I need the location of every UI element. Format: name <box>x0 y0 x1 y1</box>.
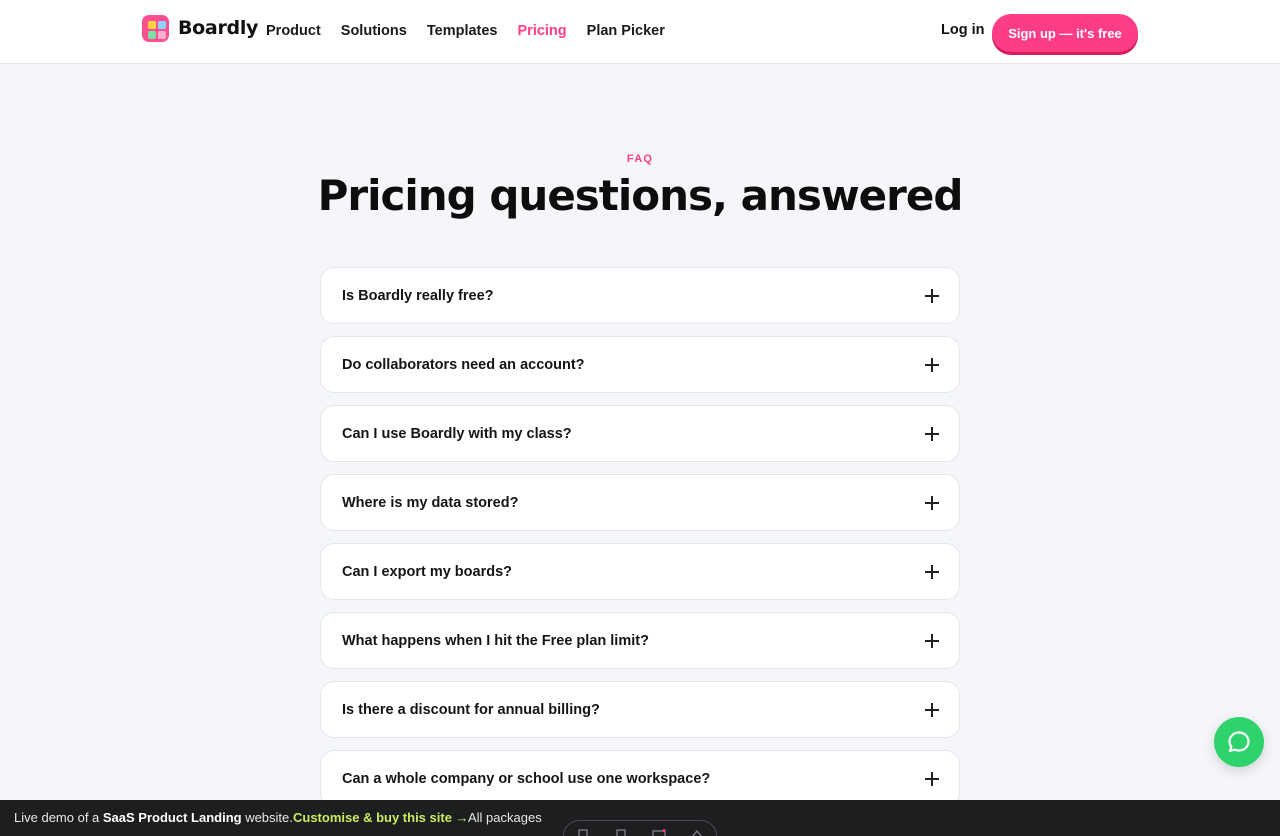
tablet-icon[interactable] <box>652 829 666 836</box>
plus-icon[interactable] <box>925 357 939 372</box>
faq-item[interactable]: What happens when I hit the Free plan li… <box>320 612 960 669</box>
site-header: Boardly Product Solutions Templates Pric… <box>0 0 1280 64</box>
faq-question: Is there a discount for annual billing? <box>342 701 600 718</box>
faq-item[interactable]: Can a whole company or school use one wo… <box>320 750 960 807</box>
faq-list: Is Boardly really free? Do collaborators… <box>320 267 960 819</box>
device-switcher <box>563 820 717 836</box>
customise-buy-link[interactable]: Customise & buy this site → <box>293 810 469 825</box>
logo-text: Boardly <box>178 17 259 39</box>
faq-question: Is Boardly really free? <box>342 287 494 304</box>
laptop-icon[interactable] <box>614 829 628 836</box>
nav-item-pricing[interactable]: Pricing <box>518 23 567 39</box>
plus-icon[interactable] <box>925 495 939 510</box>
page-title: Pricing questions, answered <box>317 171 964 220</box>
plus-icon[interactable] <box>925 288 939 303</box>
nav-item-solutions[interactable]: Solutions <box>341 23 407 39</box>
faq-question: Can I export my boards? <box>342 563 513 580</box>
faq-question: Can a whole company or school use one wo… <box>342 770 711 787</box>
faq-item[interactable]: Is there a discount for annual billing? <box>320 681 960 738</box>
desktop-icon[interactable] <box>576 829 590 836</box>
plus-icon[interactable] <box>925 702 939 717</box>
plus-icon[interactable] <box>925 564 939 579</box>
plus-icon[interactable] <box>925 633 939 648</box>
signup-button[interactable]: Sign up — it's free <box>992 14 1138 52</box>
section-eyebrow: FAQ <box>626 153 654 165</box>
nav-item-product[interactable]: Product <box>266 23 321 39</box>
login-link[interactable]: Log in <box>941 22 985 38</box>
demo-product-name: SaaS Product Landing <box>102 810 242 825</box>
faq-item[interactable]: Can I use Boardly with my class? <box>320 405 960 462</box>
chat-button[interactable] <box>1214 717 1264 767</box>
nav-item-templates[interactable]: Templates <box>427 23 498 39</box>
faq-item[interactable]: Is Boardly really free? <box>320 267 960 324</box>
main-nav: Product Solutions Templates Pricing Plan… <box>266 0 665 62</box>
demo-bar-text: Live demo of a SaaS Product Landing webs… <box>14 810 293 825</box>
faq-question: What happens when I hit the Free plan li… <box>342 632 649 649</box>
chat-bubble-icon <box>1228 731 1250 753</box>
faq-question: Can I use Boardly with my class? <box>342 425 572 442</box>
faq-question: Where is my data stored? <box>342 494 519 511</box>
plus-icon[interactable] <box>925 426 939 441</box>
nav-item-plan-picker[interactable]: Plan Picker <box>587 23 665 39</box>
faq-item[interactable]: Can I export my boards? <box>320 543 960 600</box>
boardly-logo-icon <box>142 14 169 42</box>
plus-icon[interactable] <box>925 771 939 786</box>
faq-item[interactable]: Do collaborators need an account? <box>320 336 960 393</box>
faq-question: Do collaborators need an account? <box>342 356 585 373</box>
all-packages-link[interactable]: All packages <box>468 810 542 825</box>
demo-bar: Live demo of a SaaS Product Landing webs… <box>0 800 1280 836</box>
mobile-icon[interactable] <box>690 829 704 836</box>
logo-link[interactable]: Boardly <box>142 14 258 42</box>
faq-item[interactable]: Where is my data stored? <box>320 474 960 531</box>
